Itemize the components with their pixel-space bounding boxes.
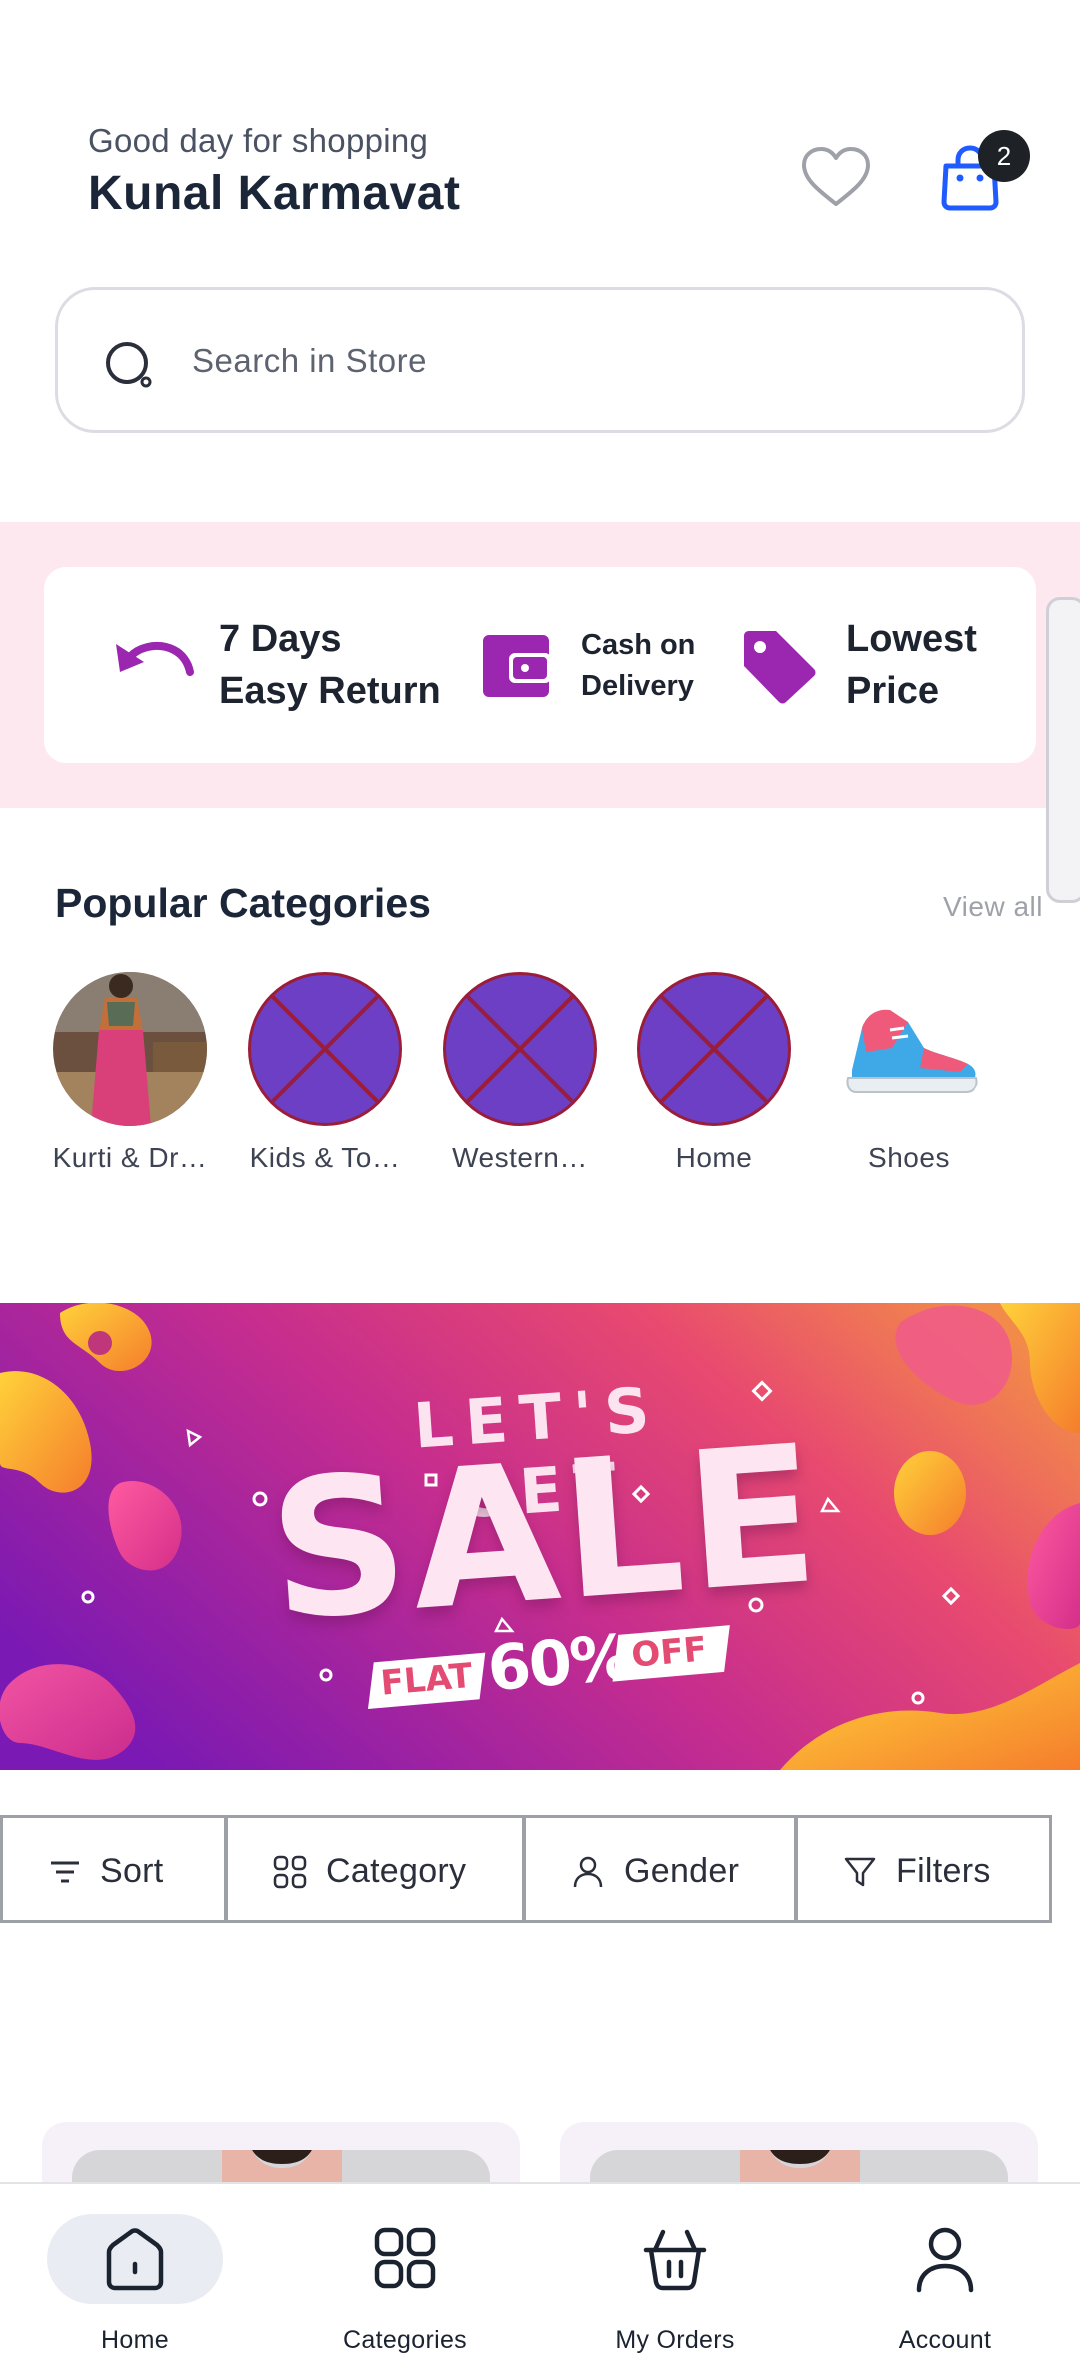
benefit-line: Cash on	[581, 629, 696, 661]
benefit-line: Lowest	[846, 618, 977, 660]
grid-icon	[273, 1855, 307, 1889]
shoe-image	[832, 972, 986, 1126]
home-icon	[106, 2228, 164, 2291]
person-icon	[573, 1856, 603, 1888]
category-filter-label: Category	[326, 1852, 467, 1890]
nav-my-orders[interactable]: My Orders	[540, 2184, 810, 2376]
benefit-lowest-price: Lowest Price	[846, 613, 996, 717]
user-name: Kunal Karmavat	[88, 167, 461, 220]
nav-home-label: Home	[101, 2326, 169, 2354]
carousel-next-card[interactable]	[1046, 597, 1080, 903]
search-placeholder: Search in Store	[192, 342, 427, 379]
category-image	[53, 972, 207, 1126]
view-all-link[interactable]: View all	[943, 891, 1043, 923]
benefit-line: Price	[846, 670, 939, 712]
sort-icon	[51, 1861, 79, 1883]
greeting-text: Good day for shopping	[88, 122, 429, 159]
benefit-cash-on-delivery: Cash on Delivery	[581, 625, 721, 707]
sort-label: Sort	[100, 1852, 164, 1890]
filters-label: Filters	[896, 1852, 991, 1890]
nav-account[interactable]: Account	[810, 2184, 1080, 2376]
basket-icon	[643, 2229, 707, 2291]
category-kurti[interactable]: Kurti & Dr…	[50, 972, 210, 1174]
category-shoes[interactable]: Shoes	[829, 972, 989, 1174]
search-icon	[106, 342, 152, 388]
sort-button[interactable]: Sort	[0, 1815, 227, 1923]
benefit-easy-return: 7 Days Easy Return	[219, 613, 449, 717]
gender-filter-button[interactable]: Gender	[523, 1815, 797, 1923]
benefit-line: Easy Return	[219, 670, 441, 712]
categories-icon	[374, 2227, 436, 2289]
gender-filter-label: Gender	[624, 1852, 740, 1890]
banner-headline-large: SALE	[262, 1403, 828, 1663]
benefit-line: 7 Days	[219, 618, 342, 660]
undo-arrow-icon	[116, 642, 194, 676]
sale-banner[interactable]: LET'S GET SALE FLAT 60% OFF	[0, 1303, 1080, 1770]
category-label: Western…	[452, 1142, 588, 1173]
category-image-placeholder	[637, 972, 791, 1126]
price-tag-icon	[744, 631, 816, 704]
category-label: Kids & To…	[249, 1142, 401, 1173]
category-label: Shoes	[868, 1142, 950, 1173]
wallet-icon	[483, 635, 551, 697]
category-image-placeholder	[248, 972, 402, 1126]
nav-home[interactable]: Home	[0, 2184, 270, 2376]
nav-categories-label: Categories	[343, 2326, 467, 2354]
category-kids-toys[interactable]: Kids & To…	[245, 972, 405, 1174]
benefit-line: Delivery	[581, 670, 694, 702]
category-filter-button[interactable]: Category	[225, 1815, 525, 1923]
nav-categories[interactable]: Categories	[270, 2184, 540, 2376]
category-home[interactable]: Home	[634, 972, 794, 1174]
wishlist-button[interactable]	[800, 146, 872, 208]
cart-count-badge: 2	[978, 130, 1030, 182]
category-western[interactable]: Western…	[440, 972, 600, 1174]
user-icon	[916, 2227, 974, 2293]
category-label: Home	[675, 1142, 753, 1173]
banner-percent-text: 60%	[484, 1620, 633, 1706]
search-input[interactable]: Search in Store	[55, 287, 1025, 433]
nav-my-orders-label: My Orders	[615, 2326, 735, 2354]
category-label: Kurti & Dr…	[52, 1142, 208, 1173]
category-image-placeholder	[443, 972, 597, 1126]
filter-funnel-icon	[844, 1857, 876, 1887]
heart-icon	[802, 147, 870, 206]
filters-button[interactable]: Filters	[795, 1815, 1052, 1923]
nav-account-label: Account	[898, 2326, 992, 2354]
popular-categories-title: Popular Categories	[55, 880, 431, 926]
bottom-navigation: Home Categories My Orders Account	[0, 2182, 1080, 2376]
